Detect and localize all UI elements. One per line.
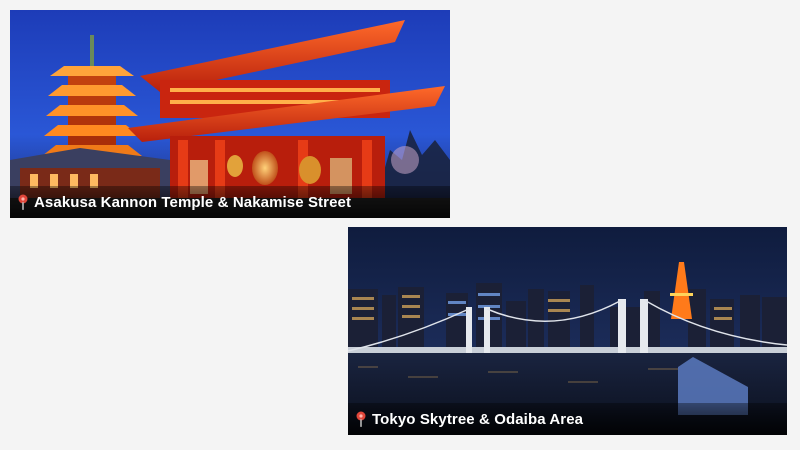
map-pin-icon: [18, 194, 28, 210]
destination-card-asakusa[interactable]: Asakusa Kannon Temple & Nakamise Street: [10, 10, 450, 218]
card-title: Tokyo Skytree & Odaiba Area: [372, 410, 584, 428]
destination-card-tokyo[interactable]: Tokyo Skytree & Odaiba Area: [348, 227, 787, 435]
card-title: Asakusa Kannon Temple & Nakamise Street: [34, 193, 352, 211]
card-caption: Tokyo Skytree & Odaiba Area: [348, 403, 787, 435]
card-caption: Asakusa Kannon Temple & Nakamise Street: [10, 186, 450, 218]
map-pin-icon: [356, 411, 366, 427]
